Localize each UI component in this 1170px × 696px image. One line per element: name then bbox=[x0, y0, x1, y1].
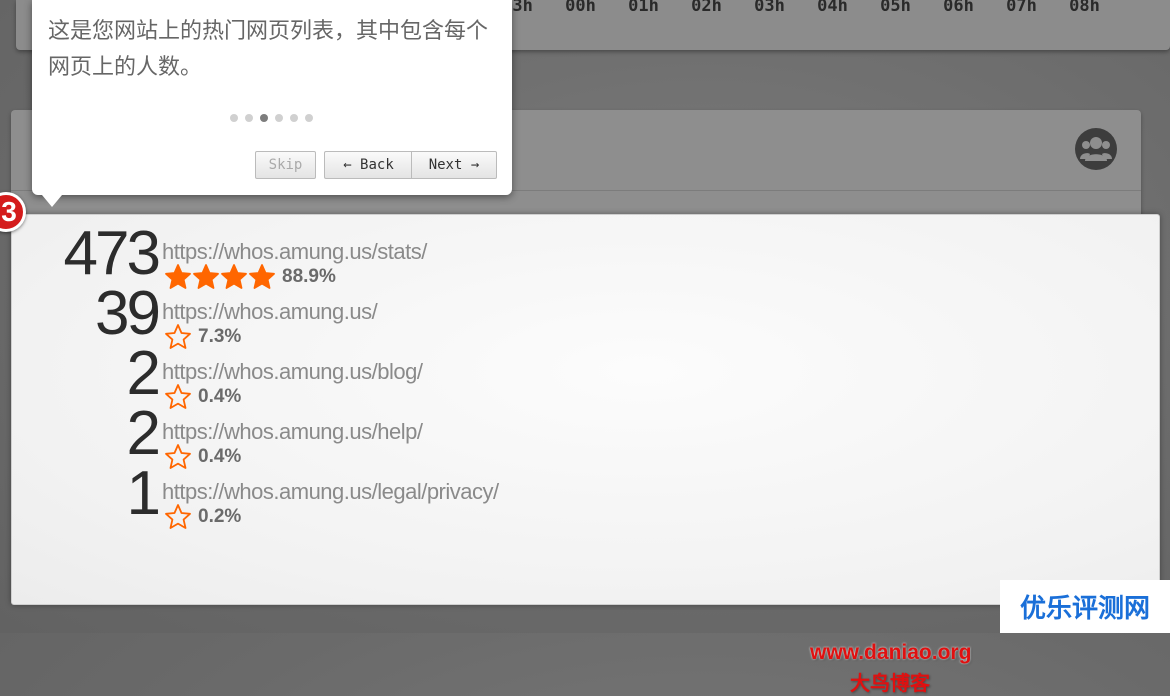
rating-stars: 88.9% bbox=[164, 263, 336, 291]
progress-dot[interactable] bbox=[245, 114, 253, 122]
rating-stars: 0.4% bbox=[164, 383, 241, 411]
visitor-count: 2 bbox=[126, 339, 162, 408]
page-row: 2 https://whos.amung.us/help/0.4% bbox=[12, 403, 912, 469]
next-button[interactable]: Next → bbox=[411, 151, 497, 179]
star-outline-icon bbox=[165, 444, 191, 469]
hour-label: 06h bbox=[943, 0, 974, 16]
tour-tooltip: 这是您网站上的热门网页列表，其中包含每个网页上的人数。 Skip ← Back … bbox=[32, 0, 512, 195]
page-row: 39 https://whos.amung.us/7.3% bbox=[12, 283, 912, 349]
hour-label: 01h bbox=[628, 0, 659, 16]
progress-dot[interactable] bbox=[230, 114, 238, 122]
visitor-count: 2 bbox=[126, 399, 162, 468]
percent-share: 0.4% bbox=[198, 386, 242, 407]
page-row: 2 https://whos.amung.us/blog/0.4% bbox=[12, 343, 912, 409]
star-filled-icon bbox=[193, 264, 219, 289]
hour-label: 07h bbox=[1006, 0, 1037, 16]
tooltip-pointer bbox=[42, 195, 62, 207]
page-url-link[interactable]: https://whos.amung.us/ bbox=[162, 299, 378, 325]
skip-button[interactable]: Skip bbox=[255, 151, 316, 179]
hour-label: 08h bbox=[1069, 0, 1100, 16]
percent-share: 0.4% bbox=[198, 446, 242, 467]
hour-labels: 23h 00h 01h 02h 03h 04h 05h 06h 07h 08h bbox=[486, 0, 1116, 16]
page-url-link[interactable]: https://whos.amung.us/help/ bbox=[162, 419, 423, 445]
hour-label: 03h bbox=[754, 0, 785, 16]
visitor-count: 39 bbox=[95, 279, 161, 348]
page-url-link[interactable]: https://whos.amung.us/blog/ bbox=[162, 359, 423, 385]
users-icon bbox=[1075, 128, 1117, 170]
star-filled-icon bbox=[249, 264, 275, 289]
rating-stars: 0.2% bbox=[164, 503, 241, 531]
tour-text: 这是您网站上的热门网页列表，其中包含每个网页上的人数。 bbox=[48, 19, 489, 80]
page-row: 473 https://whos.amung.us/stats/88.9% bbox=[12, 223, 912, 289]
rating-stars: 7.3% bbox=[164, 323, 241, 351]
visitor-count: 473 bbox=[63, 219, 161, 288]
star-outline-icon bbox=[165, 324, 191, 349]
rating-stars: 0.4% bbox=[164, 443, 241, 471]
hour-label: 00h bbox=[565, 0, 596, 16]
hour-label: 05h bbox=[880, 0, 911, 16]
page-row: 1 https://whos.amung.us/legal/privacy/0.2… bbox=[12, 463, 912, 529]
watermark-name: 大鸟博客 bbox=[850, 671, 930, 695]
visitor-count: 1 bbox=[126, 459, 162, 528]
page-url-link[interactable]: https://whos.amung.us/legal/privacy/ bbox=[162, 479, 499, 505]
percent-share: 0.2% bbox=[198, 506, 242, 527]
tour-progress-dots bbox=[230, 114, 320, 122]
progress-dot[interactable] bbox=[260, 114, 268, 122]
progress-dot[interactable] bbox=[290, 114, 298, 122]
top-pages-card: 1 https://whos.amung.us/legal/privacy/0.2… bbox=[11, 214, 1160, 695]
progress-dot[interactable] bbox=[275, 114, 283, 122]
corner-watermark: 优乐评测网 bbox=[1000, 580, 1170, 633]
progress-dot[interactable] bbox=[305, 114, 313, 122]
hour-label: 04h bbox=[817, 0, 848, 16]
star-filled-icon bbox=[165, 264, 191, 289]
percent-share: 88.9% bbox=[282, 266, 336, 287]
hour-label: 02h bbox=[691, 0, 722, 16]
watermark-url: www.daniao.org bbox=[810, 641, 972, 664]
back-button[interactable]: ← Back bbox=[324, 151, 412, 179]
page-url-link[interactable]: https://whos.amung.us/stats/ bbox=[162, 239, 427, 265]
star-filled-icon bbox=[221, 264, 247, 289]
percent-share: 7.3% bbox=[198, 326, 242, 347]
star-outline-icon bbox=[165, 504, 191, 529]
star-outline-icon bbox=[165, 384, 191, 409]
